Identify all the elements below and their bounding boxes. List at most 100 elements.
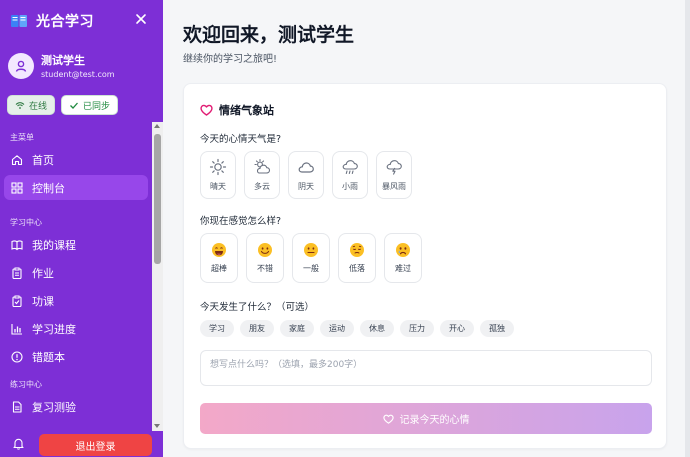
check-icon bbox=[70, 102, 78, 109]
weather-option-partly-cloudy[interactable]: 多云 bbox=[244, 151, 280, 199]
close-icon[interactable] bbox=[134, 12, 148, 26]
mood-card: 情绪气象站 今天的心情天气是? 晴天 多云 阴天 小雨 暴风雨 你现在感觉怎么样… bbox=[183, 83, 667, 449]
scroll-down-arrow[interactable] bbox=[154, 424, 160, 428]
card-header: 情绪气象站 bbox=[200, 102, 274, 118]
logout-button[interactable]: 退出登录 bbox=[39, 434, 152, 456]
record-mood-button[interactable]: 记录今天的心情 bbox=[200, 403, 652, 434]
mood-label: 一般 bbox=[303, 264, 319, 273]
user-email: student@test.com bbox=[41, 70, 115, 79]
mood-label: 难过 bbox=[395, 264, 411, 273]
weather-label: 阴天 bbox=[298, 182, 314, 191]
sidebar-item-lessons[interactable]: 功课 bbox=[4, 288, 148, 313]
tag-exercise[interactable]: 运动 bbox=[320, 320, 354, 337]
sidebar-item-label: 功课 bbox=[32, 294, 54, 308]
main-content: 欢迎回来，测试学生 继续你的学习之旅吧! 情绪气象站 今天的心情天气是? 晴天 … bbox=[163, 0, 690, 457]
tag-family[interactable]: 家庭 bbox=[280, 320, 314, 337]
scroll-up-arrow[interactable] bbox=[154, 124, 160, 128]
mood-option-okay[interactable]: 一般 bbox=[292, 233, 330, 283]
tag-happy[interactable]: 开心 bbox=[440, 320, 474, 337]
cloud-lightning-icon bbox=[386, 160, 402, 175]
sidebar-item-progress[interactable]: 学习进度 bbox=[4, 316, 148, 341]
sidebar: 光合学习 测试学生 student@test.com 在线 已同步 主菜单 首页… bbox=[0, 0, 163, 457]
brand: 光合学习 bbox=[10, 10, 94, 32]
app-title: 光合学习 bbox=[36, 14, 94, 30]
alert-circle-icon bbox=[11, 350, 23, 363]
note-input[interactable] bbox=[200, 350, 652, 386]
mood-options: 超棒 不错 一般 低落 难过 bbox=[200, 233, 422, 283]
tag-study[interactable]: 学习 bbox=[200, 320, 234, 337]
page-subtitle: 继续你的学习之旅吧! bbox=[183, 54, 278, 65]
section-label-main: 主菜单 bbox=[10, 133, 34, 142]
crying-face-icon bbox=[396, 243, 410, 257]
sidebar-item-label: 我的课程 bbox=[32, 238, 76, 252]
document-icon bbox=[12, 400, 22, 413]
online-label: 在线 bbox=[29, 101, 48, 112]
weather-options: 晴天 多云 阴天 小雨 暴风雨 bbox=[200, 151, 412, 199]
weather-label: 暴风雨 bbox=[382, 182, 406, 191]
heart-icon bbox=[382, 414, 394, 424]
tag-stress[interactable]: 压力 bbox=[400, 320, 434, 337]
weather-option-light-rain[interactable]: 小雨 bbox=[332, 151, 368, 199]
synced-badge: 已同步 bbox=[61, 95, 119, 115]
book-open-icon bbox=[11, 15, 27, 27]
page-scrollbar[interactable] bbox=[685, 0, 690, 457]
clipboard-icon bbox=[12, 267, 22, 279]
weather-label: 多云 bbox=[254, 182, 270, 191]
event-tags: 学习 朋友 家庭 运动 休息 压力 开心 孤独 bbox=[200, 320, 514, 337]
user-name: 测试学生 bbox=[41, 54, 85, 67]
sidebar-item-label: 作业 bbox=[32, 266, 54, 280]
sidebar-item-home[interactable]: 首页 bbox=[4, 147, 148, 172]
user-icon bbox=[15, 60, 27, 72]
synced-label: 已同步 bbox=[83, 101, 111, 112]
mood-option-sad[interactable]: 难过 bbox=[384, 233, 422, 283]
event-question: 今天发生了什么？（可选） bbox=[200, 302, 315, 313]
weather-option-overcast[interactable]: 阴天 bbox=[288, 151, 324, 199]
sun-icon bbox=[209, 158, 227, 176]
scroll-thumb[interactable] bbox=[154, 134, 161, 264]
clipboard-check-icon bbox=[12, 295, 22, 307]
tag-rest[interactable]: 休息 bbox=[360, 320, 394, 337]
weather-option-storm[interactable]: 暴风雨 bbox=[376, 151, 412, 199]
sidebar-scrollbar[interactable] bbox=[152, 122, 163, 431]
online-badge: 在线 bbox=[7, 95, 56, 115]
bell-icon[interactable] bbox=[12, 437, 25, 450]
dashboard-icon bbox=[11, 181, 23, 194]
mood-label: 不错 bbox=[257, 264, 273, 273]
tag-lonely[interactable]: 孤独 bbox=[480, 320, 514, 337]
sidebar-item-label: 控制台 bbox=[32, 181, 65, 195]
mood-option-good[interactable]: 不错 bbox=[246, 233, 284, 283]
sidebar-item-homework[interactable]: 作业 bbox=[4, 260, 148, 285]
mood-label: 超棒 bbox=[211, 264, 227, 273]
mood-option-great[interactable]: 超棒 bbox=[200, 233, 238, 283]
smiling-face-icon bbox=[258, 243, 272, 257]
user-profile[interactable]: 测试学生 student@test.com bbox=[8, 52, 115, 79]
status-chips: 在线 已同步 bbox=[7, 95, 119, 115]
sidebar-item-mistakes[interactable]: 错题本 bbox=[4, 344, 148, 369]
sidebar-item-review-quiz[interactable]: 复习测验 bbox=[4, 394, 148, 419]
section-label-practice: 练习中心 bbox=[10, 380, 42, 389]
neutral-face-icon bbox=[304, 243, 318, 257]
tag-friends[interactable]: 朋友 bbox=[240, 320, 274, 337]
pensive-face-icon bbox=[350, 243, 364, 257]
weather-question: 今天的心情天气是? bbox=[200, 134, 282, 145]
heart-icon bbox=[200, 104, 213, 116]
mood-question: 你现在感觉怎么样? bbox=[200, 216, 282, 227]
weather-label: 小雨 bbox=[342, 182, 358, 191]
sidebar-item-dashboard[interactable]: 控制台 bbox=[4, 175, 148, 200]
book-icon bbox=[11, 239, 23, 250]
weather-option-sunny[interactable]: 晴天 bbox=[200, 151, 236, 199]
record-mood-label: 记录今天的心情 bbox=[399, 415, 470, 426]
avatar bbox=[8, 52, 34, 79]
home-icon bbox=[11, 154, 23, 165]
cloud-sun-icon bbox=[254, 158, 271, 174]
mood-option-low[interactable]: 低落 bbox=[338, 233, 376, 283]
bar-chart-icon bbox=[11, 323, 22, 335]
card-title: 情绪气象站 bbox=[219, 104, 274, 117]
weather-label: 晴天 bbox=[210, 182, 226, 191]
sidebar-item-label: 错题本 bbox=[32, 350, 65, 364]
sidebar-item-label: 复习测验 bbox=[32, 400, 76, 414]
sidebar-item-label: 学习进度 bbox=[32, 322, 76, 336]
sidebar-nav: 主菜单 首页 控制台 学习中心 我的课程 作业 功课 学习进度 错题本 练习中心… bbox=[0, 126, 152, 431]
sidebar-item-my-courses[interactable]: 我的课程 bbox=[4, 232, 148, 257]
cloud-rain-icon bbox=[342, 160, 358, 175]
